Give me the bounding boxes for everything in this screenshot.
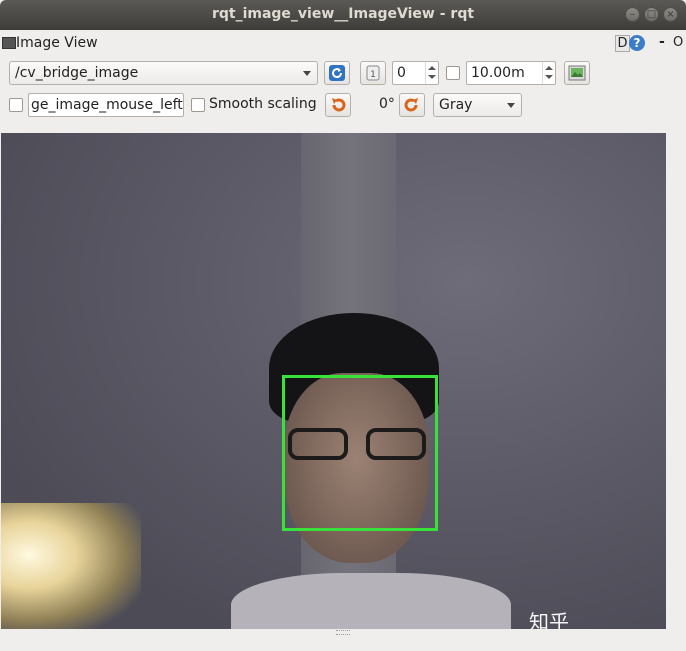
panel-header: Image View D ? - O [0,34,686,54]
topic-select[interactable]: /cv_bridge_image [9,61,318,85]
zoom-spinbox[interactable]: 0 [392,61,439,85]
panel-icon [2,37,16,49]
options-button[interactable]: O [673,35,683,50]
person-shirt [231,573,511,629]
svg-text:1: 1 [370,70,376,80]
save-image-button[interactable] [564,61,590,85]
maximize-button[interactable]: □ [644,7,659,22]
smooth-scaling-checkbox[interactable] [191,98,205,112]
duration-value: 10.00m [471,65,525,81]
topic-select-value: /cv_bridge_image [15,65,139,81]
face-detection-box [282,375,438,531]
rotate-left-button[interactable] [325,93,351,117]
spin-down-icon[interactable] [428,75,436,79]
spin-up-icon[interactable] [428,66,436,70]
rotation-label: 0° [379,96,395,112]
rotate-right-icon [404,98,418,112]
rotate-right-button[interactable] [399,93,425,117]
help-icon[interactable]: ? [629,35,645,51]
color-mode-select[interactable]: Gray [433,93,522,117]
minimize-panel-button[interactable]: - [659,34,665,50]
resize-handle[interactable] [336,630,350,635]
lamp-light [1,503,141,629]
panel-title: Image View [16,35,98,51]
refresh-topics-button[interactable] [324,61,350,85]
color-mode-value: Gray [439,97,473,113]
save-image-icon [568,65,586,81]
minimize-button[interactable]: – [625,7,640,22]
title-bar[interactable]: rqt_image_view__ImageView - rqt – □ × [0,0,686,30]
zoom-fit-button[interactable]: 1 [360,61,386,85]
mouse-publish-checkbox[interactable] [9,98,23,112]
duration-spinbox[interactable]: 10.00m [466,61,556,85]
window-title: rqt_image_view__ImageView - rqt [211,6,475,22]
mouse-topic-input[interactable]: ge_image_mouse_left [28,93,184,117]
chevron-down-icon [303,71,311,76]
close-button[interactable]: × [663,7,678,22]
watermark: 知乎 @Melody [529,610,569,629]
smooth-scaling-label: Smooth scaling [209,96,317,112]
rotate-left-icon [332,98,346,112]
chevron-down-icon [507,103,515,108]
spin-up-icon[interactable] [545,66,553,70]
zoom-icon: 1 [366,65,380,81]
image-view[interactable]: 知乎 @Melody [1,133,666,629]
max-range-checkbox[interactable] [446,66,460,80]
zoom-value: 0 [397,65,406,81]
refresh-icon [329,65,345,81]
mouse-topic-value: ge_image_mouse_left [31,97,183,113]
spin-down-icon[interactable] [545,75,553,79]
detach-button[interactable]: D [615,35,630,52]
